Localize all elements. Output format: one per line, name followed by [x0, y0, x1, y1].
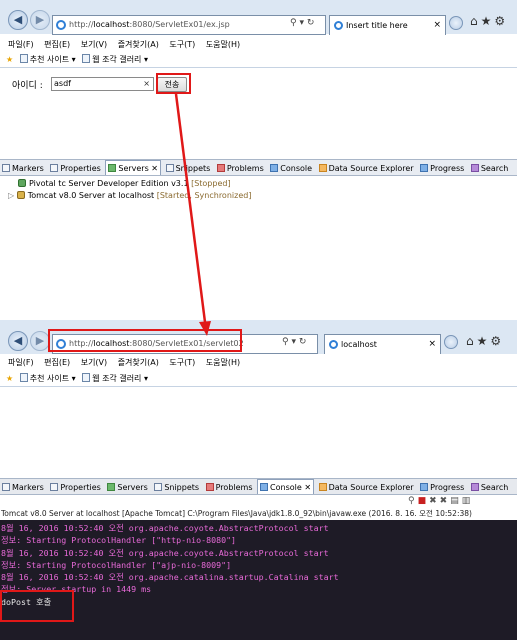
- arrow-shaft: [174, 93, 208, 331]
- arrow-head: [199, 321, 211, 336]
- annotation-arrow: [174, 93, 211, 336]
